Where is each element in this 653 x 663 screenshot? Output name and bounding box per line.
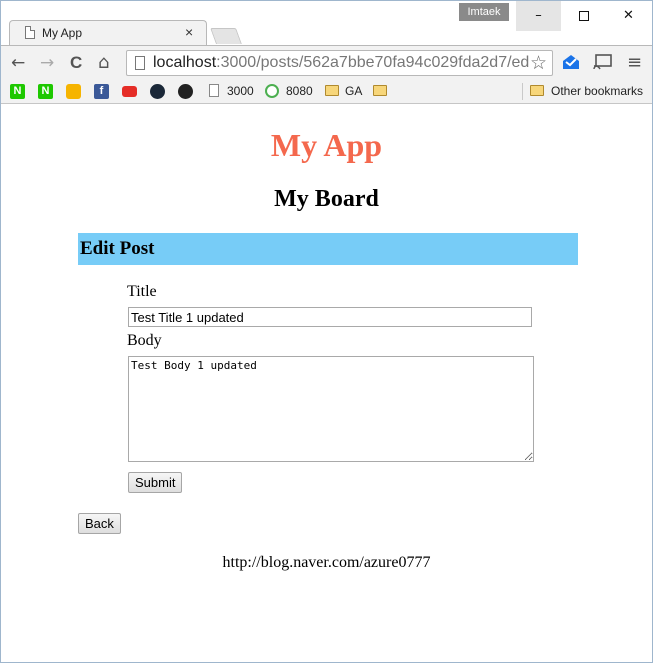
- folder-icon: [530, 85, 544, 96]
- naver-icon[interactable]: N: [38, 84, 53, 99]
- page-content: My App My Board Edit Post Title Body Tes…: [1, 105, 652, 662]
- section-header: Edit Post: [78, 233, 578, 265]
- bookmark-ga[interactable]: GA: [345, 84, 362, 98]
- maximize-button[interactable]: [561, 1, 606, 31]
- close-window-button[interactable]: ✕: [606, 1, 651, 31]
- title-label: Title: [127, 283, 157, 300]
- reload-icon[interactable]: C: [70, 54, 82, 72]
- inbox-extension-icon[interactable]: [561, 53, 581, 71]
- bookmark-3000[interactable]: 3000: [227, 84, 254, 98]
- board-title: My Board: [274, 186, 379, 212]
- qr-icon: [265, 84, 279, 98]
- naver-icon[interactable]: N: [10, 84, 25, 99]
- bookmark-8080[interactable]: 8080: [286, 84, 313, 98]
- footer-link[interactable]: http://blog.naver.com/azure0777: [1, 554, 652, 572]
- page-icon: [25, 26, 35, 39]
- tab-strip: My App × Imtaek – ✕: [1, 1, 652, 46]
- home-icon[interactable]: ⌂: [98, 54, 109, 72]
- page-icon: [209, 84, 219, 97]
- browser-toolbar: ← → C ⌂ localhost:3000/posts/562a7bbe70f…: [1, 45, 652, 79]
- tab-content: My App ×: [15, 21, 201, 45]
- folder-icon: [325, 85, 339, 96]
- url-text: localhost:3000/posts/562a7bbe70fa94c029f…: [153, 54, 530, 71]
- maximize-icon: [578, 10, 589, 21]
- forward-icon[interactable]: →: [40, 54, 54, 72]
- facebook-icon[interactable]: f: [94, 84, 109, 99]
- section-title: Edit Post: [80, 238, 155, 259]
- profile-badge[interactable]: Imtaek: [459, 3, 509, 21]
- back-button[interactable]: Back: [78, 513, 121, 534]
- address-bar[interactable]: localhost:3000/posts/562a7bbe70fa94c029f…: [126, 50, 553, 76]
- body-textarea[interactable]: Test Body 1 updated: [128, 356, 534, 462]
- github-icon[interactable]: [178, 84, 193, 99]
- other-bookmarks[interactable]: Other bookmarks: [551, 84, 643, 98]
- app-title: My App: [270, 127, 383, 163]
- menu-icon[interactable]: ≡: [627, 54, 642, 72]
- tab-close-icon[interactable]: ×: [185, 24, 193, 40]
- new-tab-button[interactable]: [210, 28, 242, 44]
- bookmark-star-icon[interactable]: ☆: [530, 52, 547, 74]
- bookmarks-separator: [522, 83, 523, 100]
- youtube-icon[interactable]: [122, 86, 137, 97]
- submit-button[interactable]: Submit: [128, 472, 183, 493]
- folder-icon[interactable]: [373, 85, 387, 96]
- back-icon[interactable]: ←: [11, 54, 25, 72]
- browser-window: My App × Imtaek – ✕ ← → C ⌂ localhost:30…: [0, 0, 653, 663]
- body-label: Body: [127, 332, 162, 349]
- cast-icon[interactable]: [593, 53, 613, 71]
- bookmarks-bar: N N f 3000 8080 GA Other bookmarks: [1, 79, 652, 104]
- title-input[interactable]: [128, 307, 532, 327]
- tab-title: My App: [42, 26, 83, 40]
- minimize-button[interactable]: –: [516, 1, 561, 31]
- page-info-icon[interactable]: [135, 56, 145, 70]
- keep-icon[interactable]: [66, 84, 81, 99]
- app-icon[interactable]: [150, 84, 165, 99]
